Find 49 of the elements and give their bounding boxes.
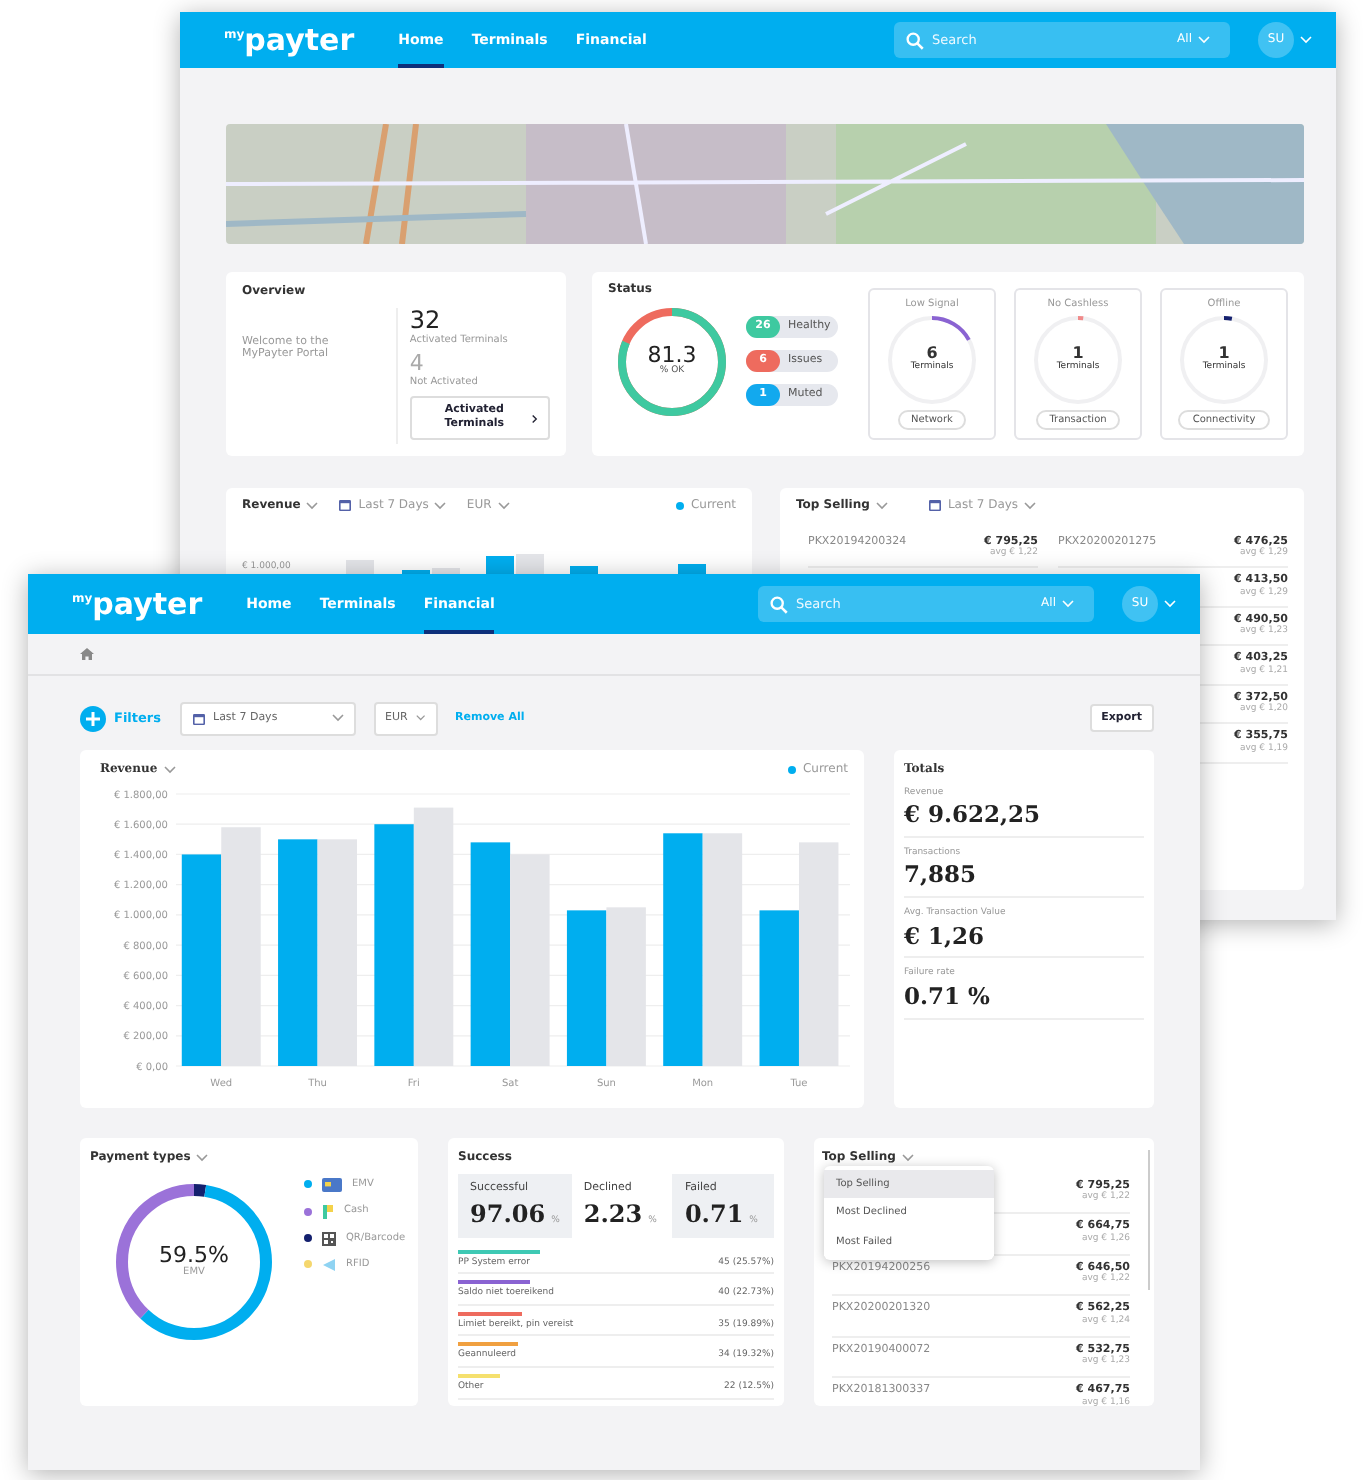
- home-icon[interactable]: [80, 648, 94, 660]
- caret-icon: [1198, 36, 1210, 44]
- alert-count: 1: [1218, 346, 1230, 363]
- qr-code-icon: [322, 1231, 336, 1245]
- plus-icon: [80, 705, 106, 731]
- caret-icon: [196, 1153, 209, 1162]
- ring-gauge: [888, 316, 976, 405]
- logo: $^{my}$payter: [224, 25, 355, 55]
- count-value: 32: [409, 307, 443, 334]
- search-icon: [770, 595, 788, 613]
- card-icon: [322, 1177, 342, 1191]
- donut-value: 59.5%: [159, 1243, 229, 1266]
- metric-value: 7,885: [904, 862, 979, 889]
- caret-icon: [1300, 36, 1312, 44]
- stat-value: 97.06: [470, 1202, 546, 1230]
- caret-icon: [331, 714, 343, 722]
- chevron-icon: [532, 413, 538, 424]
- calendar-icon: [338, 498, 353, 513]
- flag-icon: [322, 1203, 334, 1219]
- caret-icon: [306, 501, 319, 510]
- caret-icon: [163, 765, 176, 774]
- metric-value: € 9.622,25: [904, 802, 1043, 828]
- triangle-icon: [322, 1257, 336, 1271]
- count-value: 4: [409, 351, 426, 376]
- search-icon: [906, 31, 924, 49]
- ring-gauge: [1034, 316, 1122, 405]
- caret-icon: [1164, 600, 1176, 608]
- caret-icon: [434, 501, 447, 510]
- legend-dot: [788, 765, 797, 774]
- caret-icon: [875, 501, 888, 510]
- caret-icon: [1024, 501, 1037, 510]
- logo: $^{my}$payter: [72, 589, 203, 619]
- metric-value: € 1,26: [904, 923, 987, 949]
- ring-gauge: [618, 307, 726, 415]
- alert-count: 6: [926, 346, 938, 363]
- calendar-icon: [191, 711, 205, 725]
- gauge-value: 81.3: [647, 344, 697, 367]
- ring-gauge: [1180, 316, 1268, 405]
- caret-icon: [901, 1153, 914, 1162]
- caret-icon: [497, 501, 510, 510]
- legend-dot: [676, 501, 685, 510]
- stat-value: 0.71: [684, 1202, 744, 1230]
- calendar-icon: [927, 498, 942, 513]
- scrollbar: [1147, 1150, 1150, 1290]
- caret-icon: [415, 714, 425, 722]
- stat-value: 2.23: [583, 1202, 643, 1230]
- alert-count: 1: [1072, 346, 1084, 363]
- caret-icon: [1062, 600, 1074, 608]
- metric-value: 0.71 %: [904, 983, 992, 1010]
